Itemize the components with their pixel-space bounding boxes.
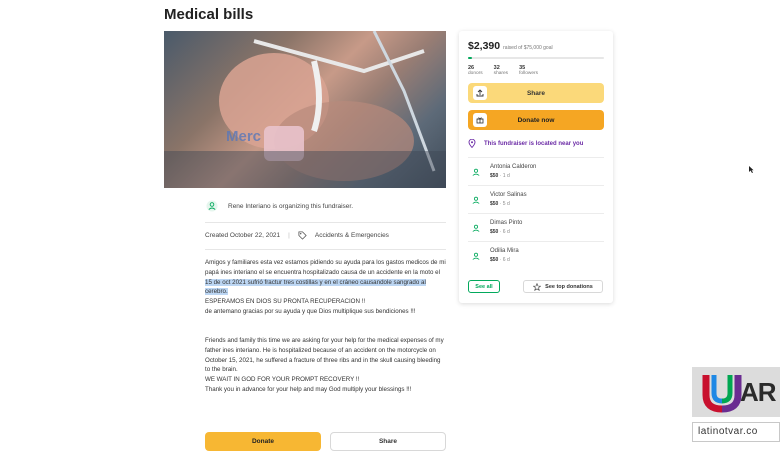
stat-label: followers: [519, 71, 539, 76]
tag-icon: [298, 231, 307, 240]
goal-text: raised of $75,000 goal: [503, 45, 553, 51]
stat-followers: 35 followers: [519, 65, 538, 76]
organizer-text: Rene Interiano is organizing this fundra…: [228, 202, 354, 210]
fundraiser-photo: Merc: [164, 31, 446, 188]
category-link[interactable]: Accidents & Emergencies: [315, 232, 389, 239]
progress-fill: [468, 57, 473, 59]
page-title: Medical bills: [164, 6, 254, 23]
mouse-cursor-icon: [749, 166, 754, 173]
created-date: Created October 22, 2021: [205, 232, 281, 239]
story-line: Amigos y familiares esta vez estamos pid…: [205, 259, 446, 266]
donor-name: Victor Salinas: [490, 192, 527, 198]
watermark-brand: AR: [740, 377, 777, 407]
donate-now-label: Donate now: [517, 116, 555, 124]
donation-sidebar: $2,390 raised of $75,000 goal 26 donors …: [459, 31, 613, 303]
donor-amount: $50: [490, 229, 499, 235]
location-pin-icon: [468, 139, 476, 148]
see-all-button[interactable]: See all: [468, 280, 500, 293]
star-icon: [533, 282, 542, 291]
story-english: Friends and family this time we are aski…: [205, 336, 450, 395]
story-highlight: 15 de oct 2021 sufrió fractur tres costi…: [205, 278, 426, 286]
share-button[interactable]: Share: [330, 432, 446, 451]
top-donations-button[interactable]: See top donations: [523, 280, 603, 293]
donor-heart-icon: [472, 196, 480, 204]
stat-donors: 26 donors: [468, 65, 483, 76]
story-line: papá ines interiano el se encuentra hosp…: [205, 268, 440, 276]
story-line: October 15, 2021, he suffered a fracture…: [205, 356, 441, 364]
story-line: father ines interiano. He is hospitalize…: [205, 346, 436, 354]
donor-name: Odilia Mira: [490, 248, 519, 254]
sidebar-share-label: Share: [526, 89, 546, 97]
gift-icon: [473, 113, 487, 127]
location-notice: This fundraiser is located near you: [468, 139, 583, 148]
stats-row: 26 donors 32 shares 35 followers: [468, 65, 538, 76]
meta-separator: |: [288, 232, 290, 239]
watermark-logo: AR: [692, 367, 780, 417]
location-text: This fundraiser is located near you: [484, 140, 584, 147]
story-line: WE WAIT IN GOD FOR YOUR PROMPT RECOVERY …: [205, 376, 360, 384]
divider: [205, 222, 446, 223]
donate-button[interactable]: Donate: [205, 432, 321, 451]
share-upload-icon: [473, 86, 487, 100]
watermark-url-bar: latinotvar.co: [692, 422, 780, 442]
donor-time: 5 d: [502, 201, 510, 207]
story-line: de antemano gracias por su ayuda y que D…: [205, 307, 416, 315]
watermark-url: latinotvar.co: [698, 426, 758, 437]
donor-time: 1 d: [502, 173, 510, 179]
story-line: to the brain.: [205, 366, 238, 374]
organizer-row: Rene Interiano is organizing this fundra…: [206, 200, 353, 212]
donor-heart-icon: [472, 224, 480, 232]
story-line: Thank you in advance for your help and m…: [205, 385, 412, 393]
stat-label: shares: [493, 71, 509, 76]
divider: [205, 249, 446, 250]
donor-item: Dimas Pinto $50 · 6 d: [468, 213, 604, 241]
story-highlight: cerebro.: [205, 288, 228, 296]
sidebar-share-button[interactable]: Share: [468, 83, 604, 103]
amount-row: $2,390 raised of $75,000 goal: [468, 40, 553, 52]
donor-name: Antonia Calderon: [490, 164, 537, 170]
donor-item: Victor Salinas $50 · 5 d: [468, 185, 604, 213]
donor-amount: $50: [490, 257, 499, 263]
network-logo-icon: [702, 375, 742, 413]
user-icon: [206, 200, 218, 212]
donor-amount: $50: [490, 201, 499, 207]
story-spanish: Amigos y familiares esta vez estamos pid…: [205, 258, 450, 317]
donor-heart-icon: [472, 252, 480, 260]
donor-amount: $50: [490, 173, 499, 179]
donate-now-button[interactable]: Donate now: [468, 110, 604, 130]
top-donations-label: See top donations: [545, 283, 593, 290]
stat-label: donors: [468, 71, 483, 76]
story-line: ESPERAMOS EN DIOS SU PRONTA RECUPERACION…: [205, 298, 366, 306]
story-line: Friends and family this time we are aski…: [205, 337, 444, 344]
donor-item: Odilia Mira $50 · 6 d: [468, 241, 604, 269]
svg-text:Merc: Merc: [226, 128, 261, 145]
donor-name: Dimas Pinto: [490, 220, 523, 226]
raised-amount: $2,390: [468, 40, 501, 52]
donor-time: 6 d: [502, 229, 510, 235]
donor-time: 6 d: [502, 257, 510, 263]
meta-row: Created October 22, 2021 | Accidents & E…: [205, 231, 389, 240]
donor-heart-icon: [472, 168, 480, 176]
stat-shares: 32 shares: [494, 65, 508, 76]
donor-item: Antonia Calderon $50 · 1 d: [468, 157, 604, 185]
progress-bar: [468, 57, 604, 59]
